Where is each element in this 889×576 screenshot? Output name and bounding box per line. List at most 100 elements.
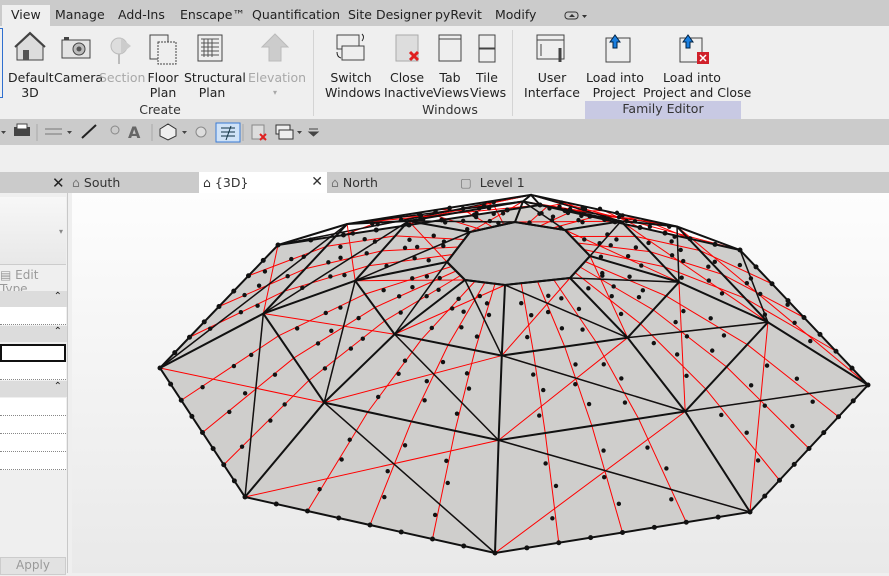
node-point: [600, 274, 604, 278]
node-point: [328, 274, 332, 278]
property-row[interactable]: [0, 307, 66, 325]
node-point: [356, 316, 360, 320]
3d-viewport[interactable]: [72, 193, 889, 573]
camera-button[interactable]: Camera: [54, 30, 98, 85]
node-point: [273, 372, 277, 376]
edge-node: [563, 208, 568, 213]
view-tab-north[interactable]: ⌂ North: [331, 172, 451, 193]
property-row[interactable]: [0, 434, 66, 452]
node-point: [546, 310, 550, 314]
node-point: [426, 258, 430, 262]
node-point: [447, 206, 451, 210]
tab-add-ins[interactable]: Add-Ins: [109, 5, 174, 26]
camera-icon: [59, 30, 93, 66]
ribbon: Default 3D Camera Section Floor Plan Str…: [0, 26, 889, 119]
user-interface-button[interactable]: User Interface: [524, 30, 580, 100]
node-point: [560, 326, 564, 330]
label: Elevation: [248, 70, 306, 85]
node-point: [586, 286, 590, 290]
group-header[interactable]: ⌃: [0, 291, 67, 307]
node-point: [232, 364, 236, 368]
node-point: [554, 484, 558, 488]
view-tab-3d[interactable]: ⌂ {3D}✕: [199, 172, 327, 193]
tab-views-button[interactable]: Tab Views: [433, 30, 467, 100]
text-icon: A: [128, 123, 141, 142]
edge-node: [524, 545, 529, 550]
load-into-project-and-close-button[interactable]: Load into Project and Close: [643, 30, 741, 100]
node-point: [623, 400, 627, 404]
tab-pyrevit[interactable]: pyRevit: [426, 5, 491, 26]
edge-node: [613, 219, 618, 224]
apply-button[interactable]: Apply: [0, 557, 66, 575]
tab-quantification[interactable]: Quantification: [243, 5, 349, 26]
node-point: [582, 237, 586, 241]
node-point: [675, 352, 679, 356]
label: Level 1: [480, 175, 525, 190]
property-row[interactable]: [0, 398, 66, 416]
dome-model[interactable]: [72, 193, 889, 573]
close-properties-icon[interactable]: ✕: [52, 174, 65, 192]
node-point: [496, 221, 500, 225]
floor-plan-button[interactable]: Floor Plan: [145, 30, 181, 100]
edge-node: [246, 273, 251, 278]
edge-node: [430, 537, 435, 542]
edge-node: [158, 366, 163, 371]
tab-enscape[interactable]: Enscape™: [171, 5, 254, 26]
group-header[interactable]: ⌃: [0, 326, 67, 342]
node-point: [626, 254, 630, 258]
elevation-button[interactable]: Elevation▾: [248, 30, 302, 100]
section-button[interactable]: Section: [99, 30, 143, 85]
node-point: [645, 445, 649, 449]
label: Default 3D: [8, 70, 54, 100]
edge-node: [305, 509, 310, 514]
tab-modify[interactable]: Modify: [486, 5, 545, 26]
ribbon-minimize-button[interactable]: [564, 10, 588, 20]
node-point: [285, 274, 289, 278]
load-into-project-button[interactable]: Load into Project: [586, 30, 642, 100]
edge-node: [472, 213, 477, 218]
property-row[interactable]: [0, 416, 66, 434]
node-point: [681, 259, 685, 263]
node-point: [559, 296, 563, 300]
tab-manage[interactable]: Manage: [46, 5, 114, 26]
view-tab-south[interactable]: ⌂ South: [72, 172, 198, 193]
node-point: [615, 211, 619, 215]
node-point: [664, 466, 668, 470]
edge-node: [217, 304, 222, 309]
label: User Interface: [524, 70, 580, 100]
panel-label-windows: Windows: [420, 102, 480, 117]
edge-node: [243, 495, 248, 500]
node-point: [808, 339, 812, 343]
label: Floor Plan: [147, 70, 178, 100]
label: South: [84, 175, 120, 190]
tab-view[interactable]: View: [2, 5, 50, 26]
property-row[interactable]: [0, 344, 66, 362]
node-point: [410, 276, 414, 280]
print-icon: [14, 124, 30, 136]
structural-plan-button[interactable]: Structural Plan: [184, 30, 240, 100]
node-point: [459, 325, 463, 329]
property-row[interactable]: [0, 362, 66, 380]
group-header[interactable]: ⌃: [0, 381, 67, 397]
edge-node: [189, 414, 194, 419]
tile-views-icon: [470, 30, 504, 66]
node-point: [519, 301, 523, 305]
switch-windows-button[interactable]: Switch Windows: [325, 30, 377, 100]
node-point: [403, 358, 407, 362]
edge-node: [688, 236, 693, 241]
edge-node: [493, 551, 498, 556]
edge-node: [261, 258, 266, 263]
close-inactive-button[interactable]: Close Inactive: [384, 30, 430, 100]
view-tab-level-1[interactable]: ▢ Level 1: [460, 172, 580, 193]
close-tab-icon[interactable]: ✕: [311, 172, 323, 193]
property-row[interactable]: [0, 452, 66, 470]
node-point: [242, 293, 246, 297]
tile-views-button[interactable]: Tile Views: [470, 30, 504, 100]
edge-node: [221, 462, 226, 467]
node-point: [652, 341, 656, 345]
node-point: [326, 260, 330, 264]
default-3d-button[interactable]: Default 3D: [8, 30, 52, 100]
type-selector[interactable]: ▾: [0, 197, 66, 265]
node-point: [605, 232, 609, 236]
node-point: [667, 224, 671, 228]
